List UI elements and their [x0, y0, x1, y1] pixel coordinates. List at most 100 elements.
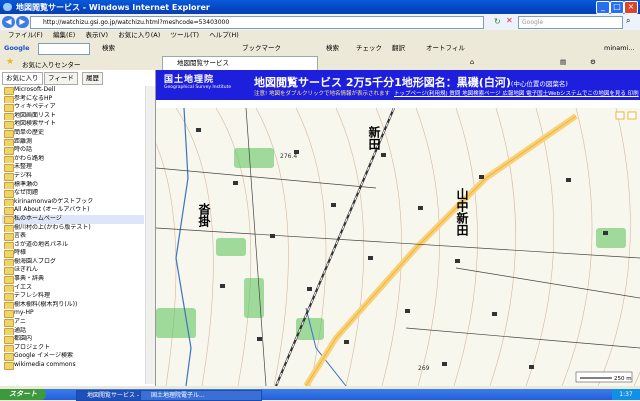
tools-menu-icon[interactable]: ⚙ [590, 58, 596, 66]
vegetation-area [216, 238, 246, 256]
building [529, 365, 534, 369]
menu-file[interactable]: ファイル(F) [8, 30, 43, 41]
service-subtitle: (中心位置の図葉名) [510, 80, 568, 88]
vegetation-area [596, 228, 626, 248]
menu-bar: ファイル(F) 編集(E) 表示(V) お気に入り(A) ツール(T) ヘルプ(… [0, 30, 640, 41]
favorites-item[interactable]: 言表 [2, 232, 144, 241]
task-gsi[interactable]: 国土地理院電子ル... [140, 390, 262, 401]
user-account[interactable]: minami... [604, 42, 635, 54]
favorites-item[interactable]: 樹川村の上(かわら版テスト) [2, 224, 144, 233]
topographic-map[interactable]: 新田 山中新田 沓掛 276.4 269 250 m [156, 107, 640, 386]
menu-edit[interactable]: 編集(E) [53, 30, 75, 41]
back-icon[interactable]: ◀ [2, 16, 15, 28]
favorites-item[interactable]: 樹木樹料(樹木判り(ル)) [2, 301, 144, 310]
favorites-item[interactable]: イエス [2, 284, 144, 293]
favorites-item[interactable]: kirinamonvaのゲストブック [2, 198, 144, 207]
clock: 1:37 [612, 389, 640, 400]
minimize-button[interactable]: _ [596, 1, 610, 14]
tab-favorites[interactable]: お気に入り [2, 72, 43, 85]
stop-icon[interactable]: ✕ [506, 16, 513, 25]
scale-bar-text: 250 m [614, 376, 632, 382]
favorites-item[interactable]: 地図画面リスト [2, 112, 144, 121]
url-input[interactable]: http://watchizu.gsi.go.jp/watchizu.html?… [30, 16, 484, 29]
menu-help[interactable]: ヘルプ(H) [209, 30, 238, 41]
favorites-item[interactable]: Microsoft-Dell [2, 86, 144, 95]
favorites-item[interactable]: 参考になるHP [2, 95, 144, 104]
elevation-label: 269 [418, 365, 430, 372]
favorites-item[interactable]: デジ料 [2, 172, 144, 181]
place-label: 新田 [367, 125, 381, 151]
favorites-item[interactable]: 樹海園人ブログ [2, 258, 144, 267]
vegetation-area [234, 148, 274, 168]
google-search-button[interactable]: 検索 [102, 42, 115, 54]
building [307, 287, 312, 291]
favorites-item[interactable]: 都園内 [2, 335, 144, 344]
favorites-item[interactable]: 地図検索サイト [2, 120, 144, 129]
building [455, 259, 460, 263]
forward-icon[interactable]: ▶ [16, 16, 29, 28]
menu-favorites[interactable]: お気に入り(A) [118, 30, 160, 41]
favorites-center-button[interactable]: ★ お気に入りセンター [0, 57, 155, 69]
building [196, 128, 201, 132]
favorites-item[interactable]: 私のホームページ [2, 214, 144, 224]
tab-history[interactable]: 履歴 [82, 72, 103, 85]
sidebar-scrollbar[interactable] [145, 86, 155, 384]
building [331, 203, 336, 207]
favorites-item[interactable]: 距離測 [2, 138, 144, 147]
google-search-input[interactable] [38, 43, 90, 55]
favorites-item[interactable]: All About (オールアバウト) [2, 206, 144, 215]
favorites-item[interactable]: 時の話 [2, 146, 144, 155]
google-toolbar: Google 検索 ブックマーク 検索 チェック 翻訳 オートフィル minam… [0, 41, 640, 56]
favorites-item[interactable]: 標準瀬の [2, 181, 144, 190]
favorites-item[interactable]: 簡単の歴史 [2, 129, 144, 138]
page-content: 国土地理院 Geographical Survey Institute 地図閲覧… [156, 70, 640, 386]
favorites-item[interactable]: なぜ問題 [2, 189, 144, 198]
favorites-item[interactable]: ほぎれん [2, 266, 144, 276]
favorites-item[interactable]: 未整理 [2, 163, 144, 172]
page-menu-icon[interactable]: ▤ [560, 58, 566, 66]
tab-page[interactable]: 地図閲覧サービス [162, 56, 318, 70]
google-logo: Google [4, 44, 30, 52]
check-button[interactable]: チェック [356, 42, 382, 54]
ie-icon [3, 3, 12, 11]
favorites-item[interactable]: かわら路地 [2, 155, 144, 164]
favorites-item[interactable]: 時様 [2, 249, 144, 258]
tab-feeds[interactable]: フィード [44, 72, 78, 85]
menu-view[interactable]: 表示(V) [85, 30, 108, 41]
autofill-button[interactable]: オートフィル [426, 42, 465, 54]
place-label: 山中新田 [455, 187, 469, 237]
favorites-item[interactable]: アニ [2, 318, 144, 327]
favorites-item[interactable]: Google イメージ検索 [2, 352, 144, 361]
search-input[interactable]: Google [518, 16, 623, 29]
header-links[interactable]: トップページ(利用規) 質問 地図検索ページ 広報地図 電子国土Webシステムで… [394, 89, 639, 97]
pan-up-control [615, 111, 625, 120]
elevation-label: 276.4 [280, 153, 297, 160]
home-icon[interactable]: ⌂ [470, 58, 474, 66]
star-icon: ★ [6, 57, 15, 67]
search-icon[interactable]: ⌕ [626, 16, 630, 26]
building [479, 175, 484, 179]
favorites-item[interactable]: 通話 [2, 327, 144, 336]
favorites-item[interactable]: さが道の地名パネル [2, 241, 144, 250]
start-button[interactable]: スタート [0, 389, 46, 400]
favorites-item[interactable]: デフレシ料理 [2, 292, 144, 301]
refresh-icon[interactable]: ↻ [494, 17, 501, 26]
close-button[interactable]: × [624, 1, 638, 14]
translate-button[interactable]: 翻訳 [392, 42, 405, 54]
bookmark-button[interactable]: ブックマーク [242, 42, 281, 54]
maximize-button[interactable]: □ [610, 1, 624, 14]
favorites-sidebar: お気に入り フィード 履歴 Microsoft-Dell 参考になるHP ウィキペデ… [0, 70, 156, 386]
favorites-item[interactable]: ウィキペディア [2, 103, 144, 112]
map-svg[interactable]: 新田山中新田 沓掛 276.4 269 250 m [156, 107, 640, 386]
building [405, 309, 410, 313]
favorites-item[interactable]: 事典・辞典 [2, 275, 144, 284]
building [418, 206, 423, 210]
gsi-logo: 国土地理院 Geographical Survey Institute [164, 72, 244, 90]
search-button[interactable]: 検索 [326, 42, 339, 54]
window-title: 地図閲覧サービス - Windows Internet Explorer [16, 3, 210, 12]
menu-tools[interactable]: ツール(T) [171, 30, 200, 41]
favorites-item[interactable]: プロジェクト [2, 344, 144, 353]
favorites-item[interactable]: wikimedia commons [2, 361, 144, 370]
favorites-item[interactable]: my-HP [2, 309, 144, 319]
building [368, 256, 373, 260]
